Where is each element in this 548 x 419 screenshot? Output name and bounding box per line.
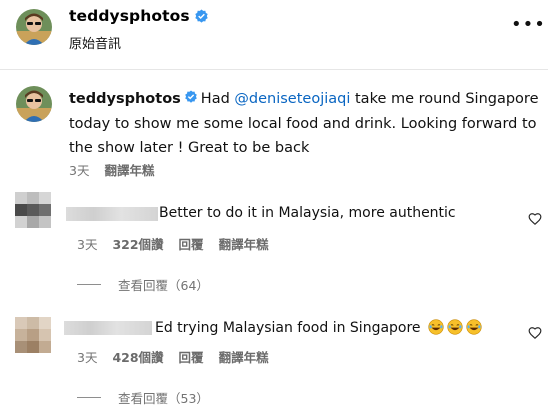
laughing-tears-emoji-icon [428,319,444,335]
reply-button[interactable]: 回覆 [179,234,204,253]
more-horizontal-icon[interactable]: ••• [511,14,546,35]
reply-divider-line [77,397,101,398]
comment-meta: 3天 428個讚 回覆 翻譯年糕 [77,347,284,366]
comment-text: Ed trying Malaysian food in Singapore [155,319,482,336]
mention-link[interactable]: @deniseteojiaqi [234,91,350,107]
post-caption: teddysphotos Had @deniseteojiaqi take me… [69,87,539,161]
timestamp[interactable]: 3天 [69,160,89,179]
like-count[interactable]: 322個讚 [112,234,163,253]
timestamp[interactable]: 3天 [77,347,97,366]
avatar[interactable] [16,9,52,45]
username[interactable]: teddysphotos [69,7,190,25]
audio-label[interactable]: 原始音訊 [69,33,121,52]
caption-text-start: Had [200,91,235,107]
view-replies-button[interactable]: 查看回覆（53） [77,388,209,407]
comment-meta: 3天 322個讚 回覆 翻譯年糕 [77,234,284,253]
view-replies-label: 查看回覆（64） [118,278,209,293]
commenter-username[interactable] [66,207,158,221]
header-username-row: teddysphotos [69,7,209,25]
comment-text-body: Ed trying Malaysian food in Singapore [155,320,421,336]
laughing-tears-emoji-icon [447,319,463,335]
username[interactable]: teddysphotos [69,91,181,107]
laughing-tears-emoji-icon [466,319,482,335]
verified-badge-icon [195,8,208,23]
verified-badge-icon [185,90,197,103]
like-count[interactable]: 428個讚 [112,347,163,366]
translate-button[interactable]: 翻譯年糕 [219,234,269,253]
comment-text: Better to do it in Malaysia, more authen… [159,205,456,221]
translate-button[interactable]: 翻譯年糕 [104,160,154,179]
post-header: teddysphotos 原始音訊 ••• [0,0,548,70]
commenter-username[interactable] [64,321,152,335]
reply-divider-line [77,284,101,285]
timestamp[interactable]: 3天 [77,234,97,253]
avatar[interactable] [15,192,51,228]
view-replies-label: 查看回覆（53） [118,391,209,406]
translate-button[interactable]: 翻譯年糕 [219,347,269,366]
caption-meta: 3天 翻譯年糕 [69,160,169,179]
view-replies-button[interactable]: 查看回覆（64） [77,275,209,294]
avatar[interactable] [16,86,52,122]
heart-icon[interactable] [528,212,542,226]
heart-icon[interactable] [528,326,542,340]
reply-button[interactable]: 回覆 [179,347,204,366]
avatar[interactable] [15,317,51,353]
